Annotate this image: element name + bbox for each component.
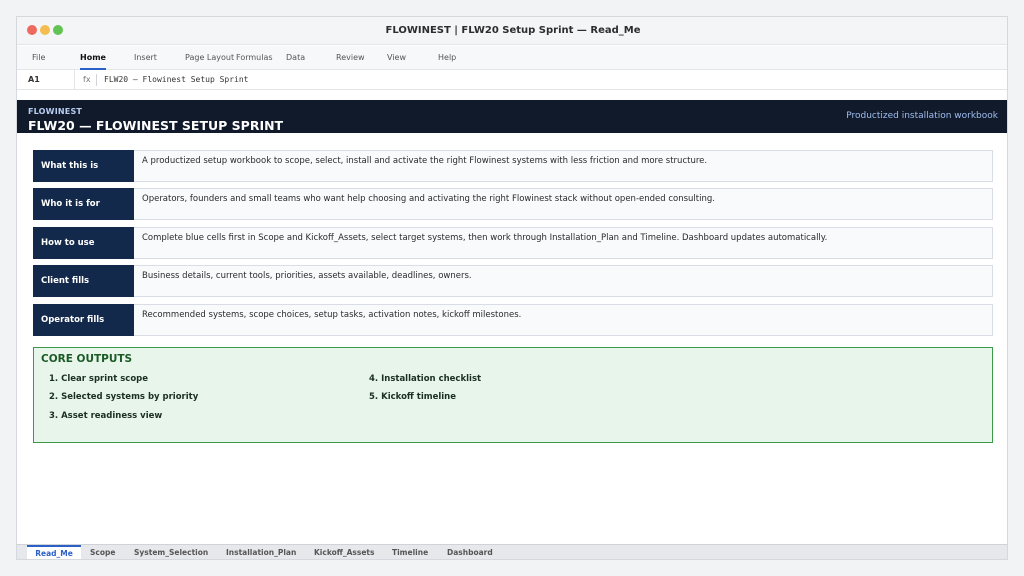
info-row-who: Who it is for Operators, founders and sm… (33, 188, 993, 220)
info-value[interactable]: Recommended systems, scope choices, setu… (134, 304, 993, 336)
formula-input[interactable]: FLW20 — Flowinest Setup Sprint (104, 70, 249, 90)
sheet-subtitle: Productized installation workbook (846, 111, 998, 121)
info-row-what: What this is A productized setup workboo… (33, 150, 993, 182)
function-icon[interactable]: fx (83, 70, 91, 90)
output-item: 5. Kickoff timeline (369, 392, 456, 402)
formula-divider (96, 74, 97, 86)
core-outputs-title: CORE OUTPUTS (41, 353, 133, 365)
ribbon-tab-review[interactable]: Review (336, 46, 365, 70)
info-value[interactable]: A productized setup workbook to scope, s… (134, 150, 993, 182)
sheet-tab-kickoff-assets[interactable]: Kickoff_Assets (314, 545, 374, 559)
sheet-tab-timeline[interactable]: Timeline (392, 545, 428, 559)
sheet-tab-dashboard[interactable]: Dashboard (447, 545, 493, 559)
header-banner: FLOWINEST FLW20 — FLOWINEST SETUP SPRINT… (17, 100, 1007, 133)
ribbon-tab-page-layout[interactable]: Page Layout (185, 46, 234, 70)
output-item: 4. Installation checklist (369, 374, 482, 384)
info-label[interactable]: Client fills (33, 265, 134, 297)
ribbon-tab-insert[interactable]: Insert (134, 46, 157, 70)
ribbon-tab-formulas[interactable]: Formulas (236, 46, 273, 70)
sheet-tab-bar: Read_Me Scope System_Selection Installat… (17, 544, 1007, 559)
info-row-client: Client fills Business details, current t… (33, 265, 993, 297)
ribbon-tab-help[interactable]: Help (438, 46, 456, 70)
output-item: 1. Clear sprint scope (49, 374, 149, 384)
sheet-tab-installation-plan[interactable]: Installation_Plan (226, 545, 296, 559)
sheet-tab-scope[interactable]: Scope (90, 545, 115, 559)
cell-reference-box[interactable]: A1 (17, 70, 75, 90)
output-item: 2. Selected systems by priority (49, 392, 199, 402)
title-bar: FLOWINEST | FLW20 Setup Sprint — Read_Me (17, 17, 1007, 45)
output-item: 3. Asset readiness view (49, 411, 163, 421)
info-label[interactable]: How to use (33, 227, 134, 259)
sheet-tab-system-selection[interactable]: System_Selection (134, 545, 208, 559)
info-row-how: How to use Complete blue cells first in … (33, 227, 993, 259)
info-value[interactable]: Complete blue cells first in Scope and K… (134, 227, 993, 259)
ribbon-tab-file[interactable]: File (32, 46, 45, 70)
info-label[interactable]: Operator fills (33, 304, 134, 336)
ribbon-tab-view[interactable]: View (387, 46, 406, 70)
info-value[interactable]: Operators, founders and small teams who … (134, 188, 993, 220)
formula-bar: A1 fx FLW20 — Flowinest Setup Sprint (17, 70, 1007, 90)
ribbon-tabs: File Home Insert Page Layout Formulas Da… (17, 46, 1007, 70)
core-outputs-panel[interactable]: CORE OUTPUTS 1. Clear sprint scope 2. Se… (33, 347, 993, 443)
info-value[interactable]: Business details, current tools, priorit… (134, 265, 993, 297)
sheet-tab-read-me[interactable]: Read_Me (27, 545, 81, 559)
brand-label: FLOWINEST (28, 107, 83, 116)
sheet-title: FLW20 — FLOWINEST SETUP SPRINT (28, 118, 284, 133)
info-row-operator: Operator fills Recommended systems, scop… (33, 304, 993, 336)
window-title: FLOWINEST | FLW20 Setup Sprint — Read_Me (385, 25, 641, 36)
ribbon-tab-data[interactable]: Data (286, 46, 305, 70)
info-label[interactable]: Who it is for (33, 188, 134, 220)
info-label[interactable]: What this is (33, 150, 134, 182)
ribbon-tab-home[interactable]: Home (80, 46, 106, 70)
spreadsheet-window: FLOWINEST | FLW20 Setup Sprint — Read_Me… (16, 16, 1008, 560)
